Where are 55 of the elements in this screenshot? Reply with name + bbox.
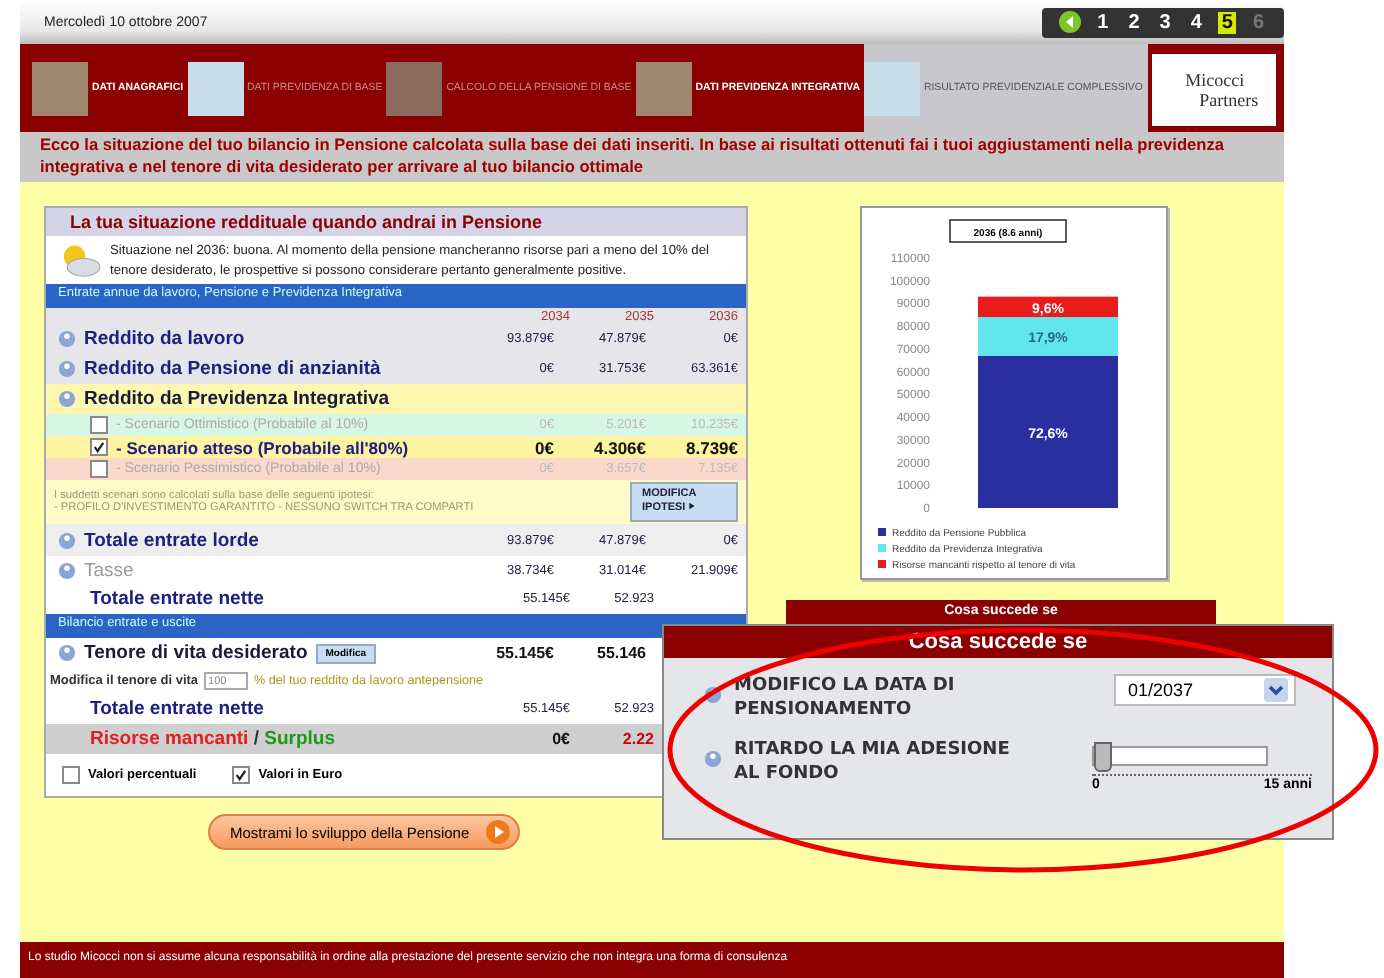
surplus-label: Surplus	[264, 727, 335, 749]
step-button[interactable]: 1	[1093, 11, 1113, 33]
amount-cell-text: 0€	[550, 729, 570, 747]
separator: /	[253, 727, 259, 749]
step-button[interactable]: 3	[1155, 11, 1175, 33]
step-button[interactable]: 2	[1124, 11, 1144, 33]
slider-thumb[interactable]	[1094, 742, 1112, 772]
info-icon[interactable]	[58, 561, 76, 579]
scenario-label: - Scenario atteso (Probabile all'80%)	[116, 437, 411, 457]
info-icon[interactable]	[58, 330, 76, 348]
option-label: MODIFICO LA DATA DI PENSIONAMENTO	[734, 674, 957, 722]
company-logo: Micocci Partners	[1152, 50, 1277, 126]
checkbox[interactable]	[90, 416, 108, 434]
photo-placeholder	[386, 61, 443, 115]
amount-cell-text: 2.22	[620, 729, 654, 747]
step-button[interactable]: 4	[1186, 11, 1206, 33]
date-dropdown[interactable]: 01/2037	[1114, 674, 1296, 706]
chevron-down-icon	[1264, 678, 1288, 702]
photo-placeholder	[187, 61, 244, 115]
slider-track[interactable]	[1092, 746, 1268, 766]
step-button[interactable]: 5	[1217, 11, 1237, 33]
chart-title-box	[949, 219, 1067, 243]
caret-right-icon	[688, 502, 697, 510]
row-label: Reddito da Pensione di anzianità	[84, 358, 383, 380]
info-icon[interactable]	[704, 750, 722, 768]
amount-cell-text: 55.146	[595, 644, 646, 662]
sun-cloud-icon	[58, 242, 102, 278]
info-icon[interactable]	[58, 360, 76, 378]
checkbox[interactable]	[90, 460, 108, 478]
option-label: RITARDO LA MIA ADESIONE AL FONDO	[734, 738, 1012, 786]
row-label: Totale entrate lorde	[84, 529, 261, 551]
row-label: Totale entrate nette	[90, 698, 266, 720]
checkbox[interactable]	[62, 766, 80, 784]
row-label: Tenore di vita desiderato	[84, 642, 308, 664]
amount-cell-text: 4.306€	[592, 437, 646, 457]
checkbox[interactable]	[232, 766, 251, 784]
row-label: Tasse	[84, 559, 136, 581]
info-icon[interactable]	[704, 686, 722, 704]
intro-text: Ecco la situazione del tuo bilancio in Pensione calcolata sulla base dei dati inseriti. In base ai risultati ottenuti fai i tuoi aggiustamenti nella previdenza integrativa e nel tenore di vita desiderato per arrivare al tuo bilancio ottimale	[20, 132, 1284, 182]
panel-title: La tua situazione reddituale quando andrai in Pensione	[46, 208, 746, 236]
play-icon	[485, 820, 510, 844]
missing-label: Risorse mancanti	[90, 727, 249, 749]
photo-placeholder	[635, 61, 692, 115]
row-label: Reddito da lavoro	[84, 328, 247, 350]
photo-placeholder	[863, 61, 920, 115]
row-label: Reddito da Previdenza Integrativa	[84, 388, 392, 410]
info-icon[interactable]	[58, 390, 76, 408]
photo-placeholder	[32, 61, 88, 115]
amount-cell-text: 0€	[533, 437, 554, 457]
amount-cell-text: 8.739€	[684, 437, 738, 457]
info-icon[interactable]	[58, 644, 76, 662]
info-icon[interactable]	[58, 531, 76, 549]
checkbox[interactable]	[90, 438, 108, 456]
row-label: Totale entrate nette	[90, 588, 266, 610]
amount-cell-text: 55.145€	[494, 644, 554, 662]
